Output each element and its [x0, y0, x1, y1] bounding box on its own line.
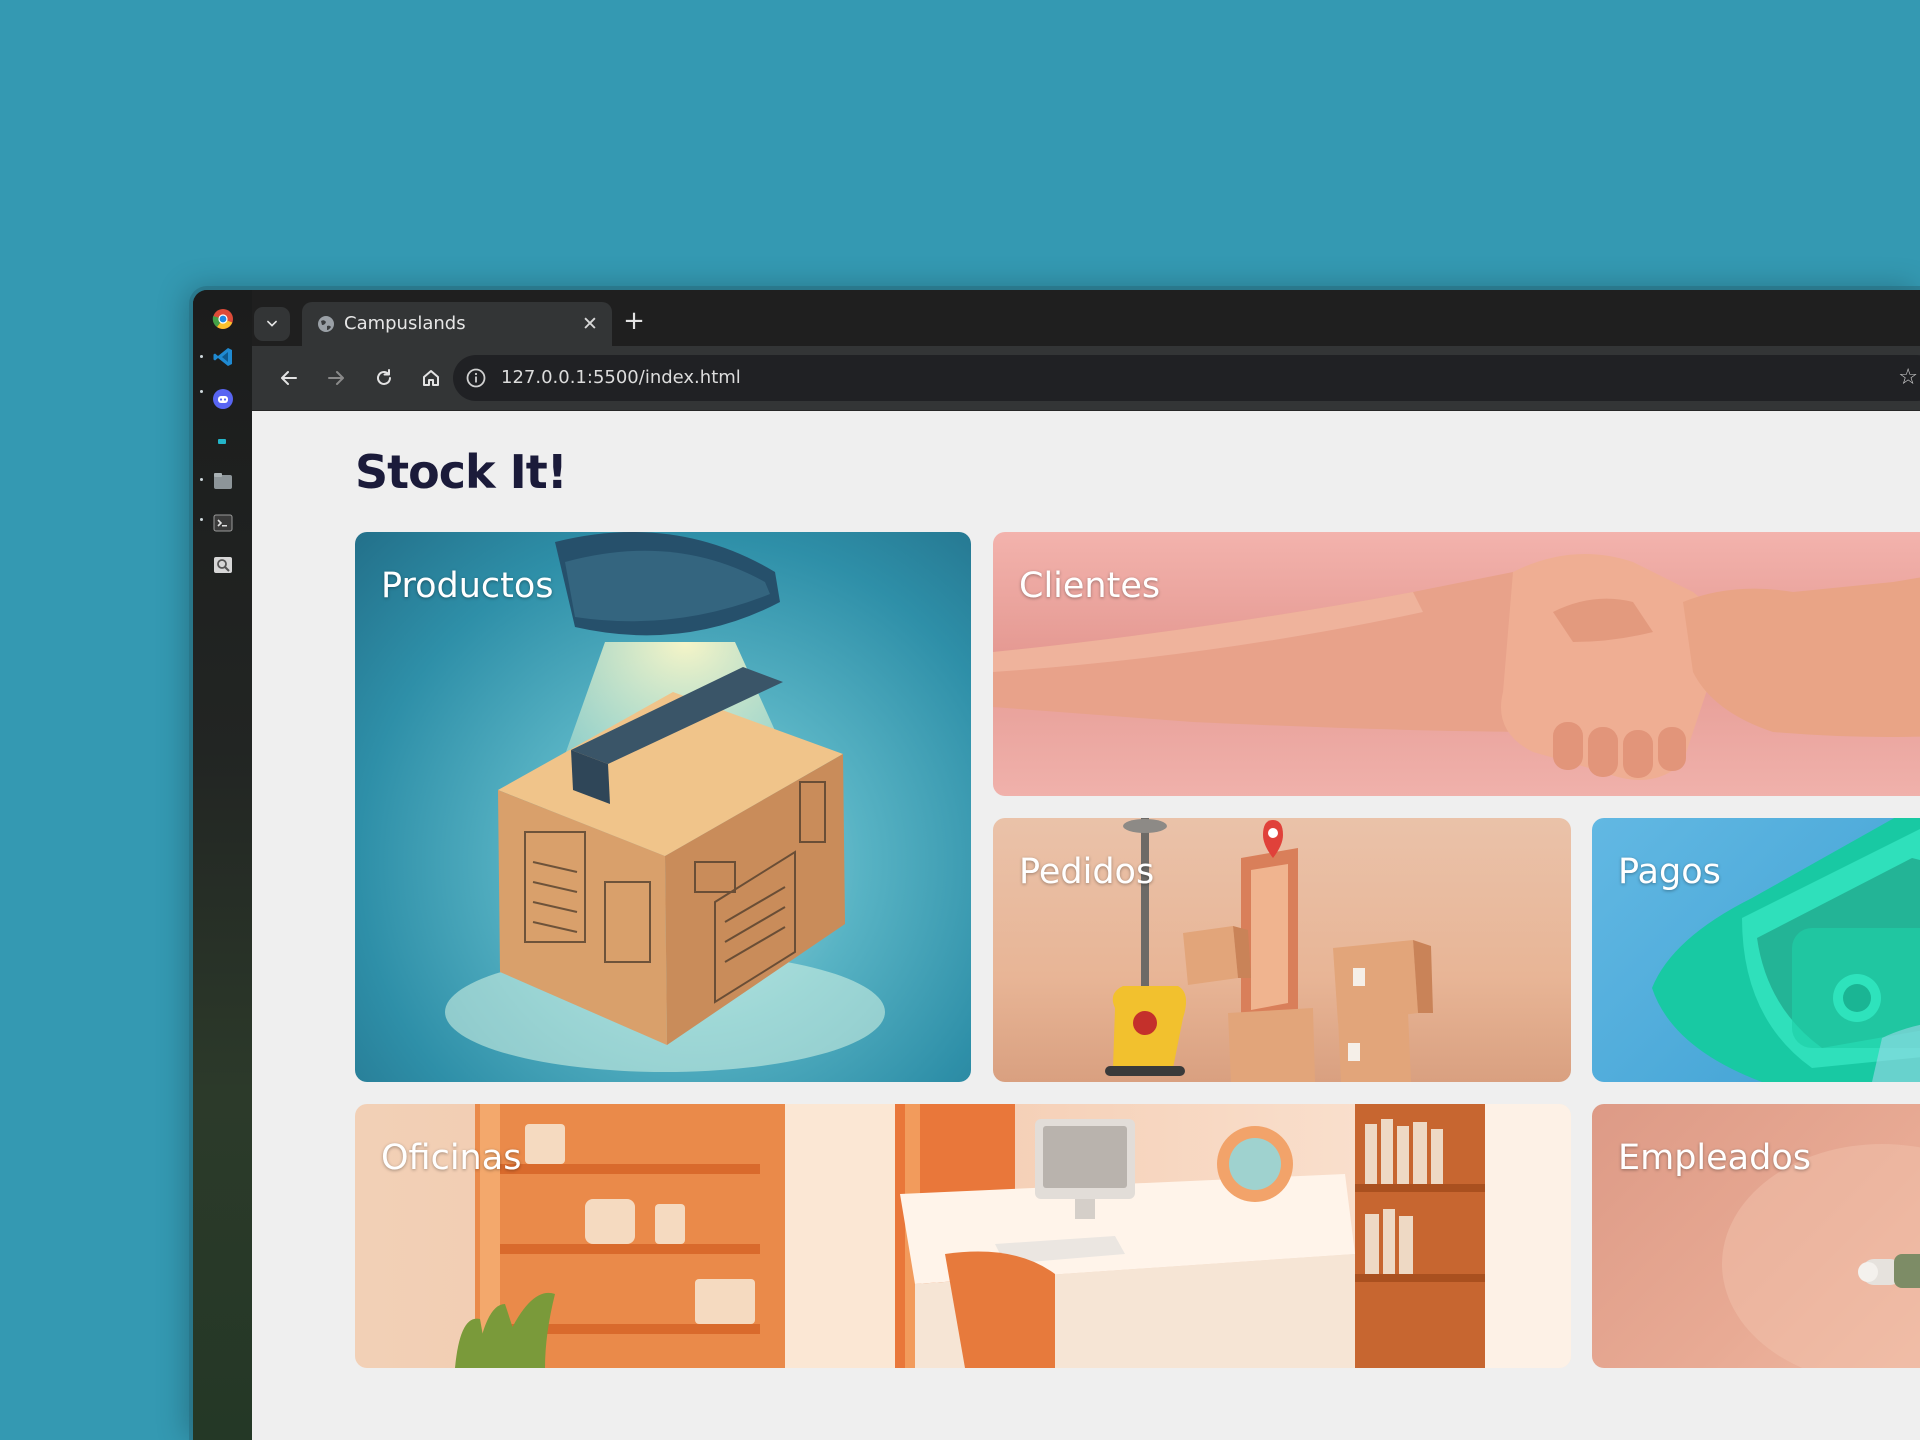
- running-indicator: [200, 478, 203, 481]
- home-button[interactable]: [414, 361, 448, 395]
- card-label: Clientes: [1019, 566, 1161, 606]
- close-icon[interactable]: ✕: [580, 314, 600, 334]
- card-label: Productos: [381, 566, 554, 606]
- globe-icon: [318, 316, 334, 332]
- card-pedidos[interactable]: Pedidos: [993, 818, 1571, 1082]
- card-oficinas[interactable]: Oficinas: [355, 1104, 1571, 1368]
- bookmark-star-icon[interactable]: ☆: [1898, 366, 1918, 390]
- address-bar[interactable]: 127.0.0.1:5500/index.html ☆: [453, 355, 1920, 401]
- tab-strip: Campuslands ✕ +: [252, 290, 1920, 346]
- files-icon[interactable]: [212, 470, 234, 492]
- running-indicator: [200, 390, 203, 393]
- chevron-down-icon: [267, 320, 277, 327]
- tab-title: Campuslands: [344, 313, 466, 334]
- page-content: Stock It! Productos Clientes Pedidos Pag…: [252, 411, 1920, 1440]
- card-label: Oficinas: [381, 1138, 522, 1178]
- back-button[interactable]: [272, 361, 306, 395]
- home-icon: [423, 370, 439, 386]
- reload-button[interactable]: [367, 361, 401, 395]
- card-label: Empleados: [1618, 1138, 1811, 1178]
- running-indicator: [200, 518, 203, 521]
- dock: [193, 290, 252, 1440]
- card-productos[interactable]: Productos: [355, 532, 971, 1082]
- chrome-icon[interactable]: [212, 308, 234, 330]
- vscode-icon[interactable]: [212, 346, 234, 368]
- tab-campuslands[interactable]: Campuslands ✕: [302, 302, 612, 346]
- browser-window: Campuslands ✕ + 127.0.0.1:5500/index.htm…: [193, 290, 1920, 1440]
- card-empleados[interactable]: Empleados: [1592, 1104, 1920, 1368]
- discord-icon[interactable]: [212, 388, 234, 410]
- box-illustration: [445, 532, 885, 1072]
- reload-icon: [377, 369, 391, 385]
- card-label: Pedidos: [1019, 852, 1155, 892]
- office-illustration: [455, 1104, 1571, 1368]
- terminal-icon[interactable]: [212, 512, 234, 534]
- app-icon[interactable]: [212, 430, 234, 452]
- url-text[interactable]: 127.0.0.1:5500/index.html: [501, 367, 741, 388]
- card-pagos[interactable]: Pagos: [1592, 818, 1920, 1082]
- card-clientes[interactable]: Clientes: [993, 532, 1920, 796]
- image-viewer-icon[interactable]: [212, 554, 234, 576]
- running-indicator: [200, 355, 203, 358]
- forward-button[interactable]: [319, 361, 353, 395]
- card-label: Pagos: [1618, 852, 1721, 892]
- info-icon[interactable]: [465, 367, 487, 389]
- forward-icon: [328, 371, 344, 385]
- tab-search-button[interactable]: [254, 307, 290, 341]
- back-icon: [281, 371, 297, 385]
- new-tab-button[interactable]: +: [619, 306, 649, 336]
- page-title: Stock It!: [355, 445, 568, 499]
- toolbar: 127.0.0.1:5500/index.html ☆: [252, 346, 1920, 411]
